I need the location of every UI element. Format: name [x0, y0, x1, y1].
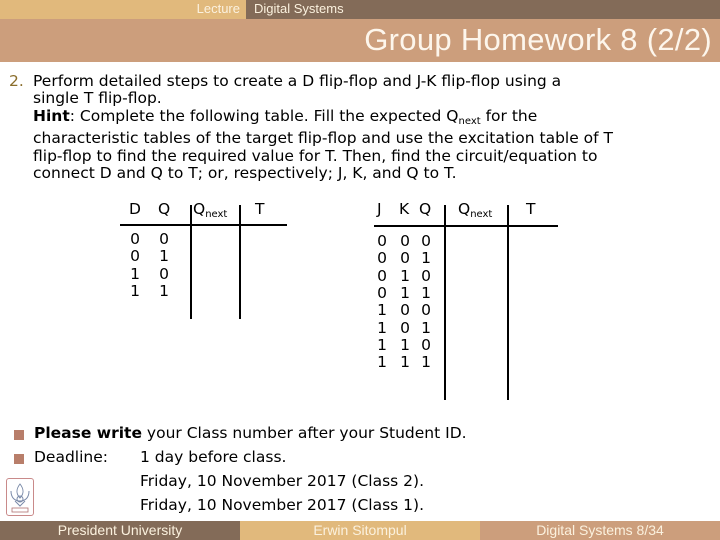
column-divider	[239, 205, 241, 319]
cell-d: 0	[130, 230, 140, 248]
jk-flipflop-table: J K Q Qnext T 000001010011100101110111	[362, 200, 562, 400]
note-bold: Please write	[34, 424, 142, 442]
cell-k: 0	[400, 232, 410, 250]
cell-q: 0	[421, 301, 431, 320]
cell-j: 1	[377, 335, 387, 354]
cell-d: 0	[130, 247, 140, 266]
cell-j: 0	[377, 232, 387, 250]
task-line-1: Perform detailed steps to create a D fli…	[33, 72, 562, 90]
cell-j: 0	[377, 266, 387, 285]
qnext-subscript: next	[205, 209, 228, 220]
task-line-6: connect D and Q to T; or, respectively; …	[33, 164, 457, 183]
cell-q: 1	[421, 318, 431, 337]
cell-q: 1	[421, 283, 431, 302]
qnext-label: Q	[458, 200, 471, 218]
hint-subscript: next	[458, 115, 481, 127]
cell-k: 1	[400, 335, 410, 354]
cell-j: 0	[377, 283, 387, 302]
task-hint-line: Hint: Complete the following table. Fill…	[33, 106, 714, 130]
column-divider	[507, 205, 509, 400]
footer-author: Erwin Sitompul	[240, 521, 480, 540]
task-number: 2.	[9, 72, 24, 90]
cell-j: 1	[377, 301, 387, 320]
header-j: J	[377, 200, 382, 218]
cell-j: 1	[377, 353, 387, 372]
hint-text: : Complete the following table. Fill the…	[69, 106, 459, 125]
header-divider	[374, 225, 558, 227]
cell-j: 1	[377, 318, 387, 337]
header-t: T	[526, 200, 536, 218]
deadline-line-2: Friday, 10 November 2017 (Class 2).	[140, 472, 425, 490]
hint-text-end: for the	[480, 106, 538, 125]
footer-page-info: Digital Systems 8/34	[480, 521, 720, 540]
cell-q: 0	[421, 335, 431, 354]
qnext-label: Q	[193, 200, 206, 218]
cell-k: 1	[400, 353, 410, 372]
cell-k: 0	[400, 301, 410, 320]
header-q: Q	[419, 200, 432, 218]
lotus-logo-icon	[10, 483, 30, 513]
cell-q: 1	[159, 281, 169, 300]
deadline-label: Deadline:	[34, 448, 109, 466]
header-qnext: Qnext	[458, 200, 492, 220]
d-flipflop-table: D Q Qnext T 00011011	[115, 200, 290, 320]
task-line-5: flip-flop to find the required value for…	[33, 146, 598, 165]
header-divider	[120, 224, 287, 226]
cell-d: 1	[130, 264, 140, 283]
cell-q: 0	[421, 266, 431, 285]
cell-k: 1	[400, 266, 410, 285]
task-line-4: characteristic tables of the target flip…	[33, 129, 614, 148]
bullet-icon	[14, 454, 24, 464]
university-logo	[6, 478, 34, 516]
top-bar-left: Lecture	[0, 0, 246, 19]
title-bar: Group Homework 8 (2/2)	[0, 19, 720, 62]
hint-label: Hint	[33, 106, 70, 125]
footer: President University Erwin Sitompul Digi…	[0, 521, 720, 540]
cell-q: 1	[421, 249, 431, 268]
header-t: T	[255, 200, 265, 218]
top-bar: Lecture Digital Systems	[0, 0, 720, 19]
qnext-subscript: next	[470, 209, 493, 220]
cell-j: 0	[377, 249, 387, 268]
task-line-2: single T flip-flop.	[33, 89, 162, 108]
column-divider	[190, 205, 192, 319]
cell-q: 0	[421, 232, 431, 250]
deadline-line-1: 1 day before class.	[140, 448, 287, 466]
note-rest: your Class number after your Student ID.	[141, 424, 467, 442]
cell-q: 0	[159, 264, 169, 283]
cell-q: 1	[421, 353, 431, 372]
cell-d: 1	[130, 281, 140, 300]
column-divider	[444, 205, 446, 400]
course-name: Digital Systems	[254, 1, 344, 16]
task-description: 2. Perform detailed steps to create a D …	[9, 72, 714, 183]
cell-k: 0	[400, 318, 410, 337]
cell-k: 1	[400, 283, 410, 302]
cell-k: 0	[400, 249, 410, 268]
footer-institution: President University	[0, 521, 240, 540]
slide-title: Group Homework 8 (2/2)	[364, 22, 712, 57]
section-label: Lecture	[196, 1, 240, 16]
header-qnext: Qnext	[193, 200, 227, 220]
header-k: K	[399, 200, 410, 218]
bullet-icon	[14, 430, 24, 440]
cell-q: 0	[159, 230, 169, 248]
top-bar-right: Digital Systems	[246, 0, 720, 19]
cell-q: 1	[159, 247, 169, 266]
header-q: Q	[158, 200, 171, 218]
deadline-line-3: Friday, 10 November 2017 (Class 1).	[140, 496, 425, 514]
note-text: Please write your Class number after you…	[34, 424, 467, 442]
header-d: D	[129, 200, 141, 218]
